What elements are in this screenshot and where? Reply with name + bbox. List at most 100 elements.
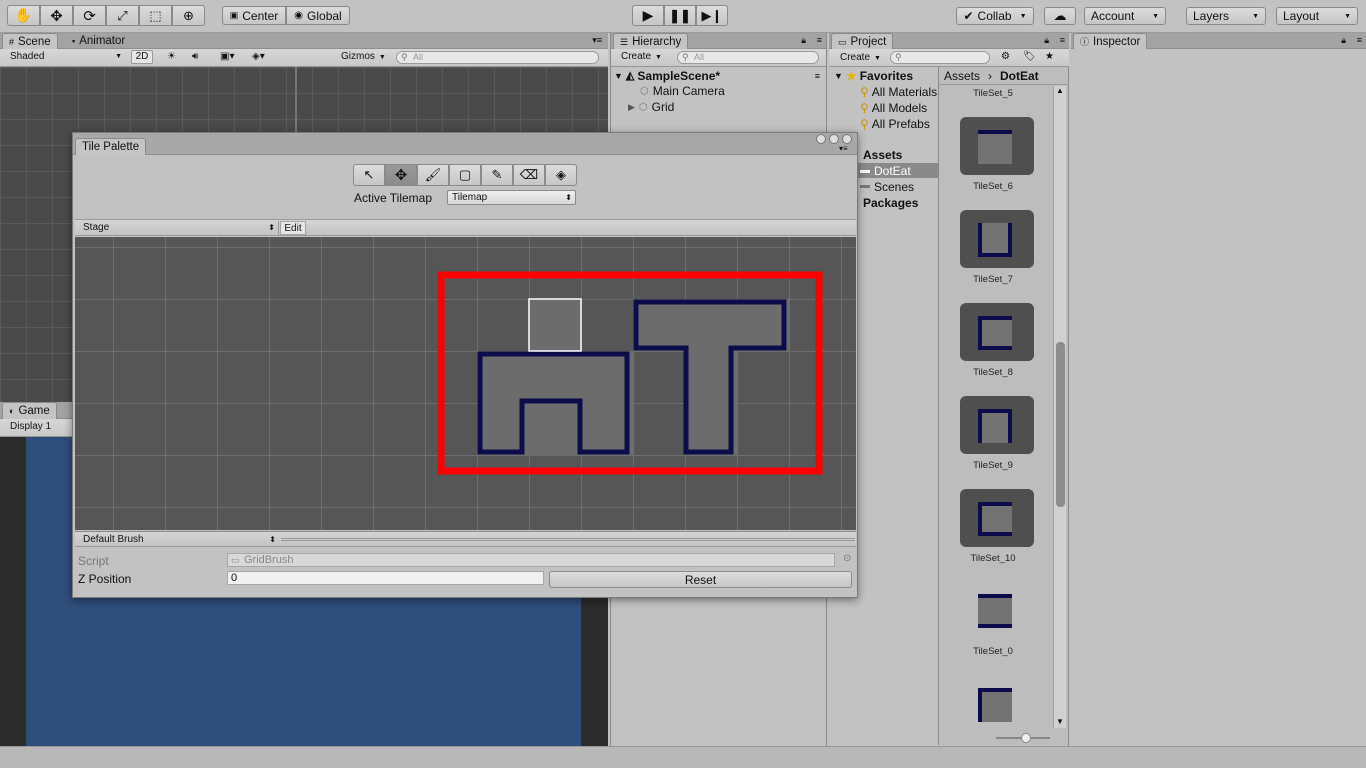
packages-row[interactable]: Packages [863,196,918,210]
project-create-dropdown[interactable]: Create ▼ [840,51,881,66]
picker-icon[interactable]: ✎ [481,164,513,186]
expand-arrow-icon[interactable]: ▶ [628,102,635,113]
effects-icon[interactable]: ▣▾ [220,50,234,64]
tile-label[interactable]: TileSet_5 [940,88,1046,99]
tab-scene[interactable]: # Scene [2,33,58,49]
palette-grid[interactable] [75,237,856,530]
pause-button[interactable]: ❚❚ [664,5,696,26]
tile-asset-thumbnail[interactable] [978,688,1012,722]
tile-label[interactable]: TileSet_7 [940,274,1046,285]
hand-tool-icon[interactable]: ✋ [7,5,40,26]
pivot-center-button[interactable]: ▣ Center [222,6,286,25]
tab-animator[interactable]: ▪ Animator [66,33,131,49]
asset-folder-selected[interactable]: ▬ DotEat [858,163,938,178]
move-tool-icon[interactable]: ✥ [385,164,417,186]
play-button[interactable]: ▶ [632,5,664,26]
scroll-up-icon[interactable]: ▲ [1054,86,1066,95]
favorites-row[interactable]: ▼ ★ Favorites [834,69,913,83]
tab-tile-palette[interactable]: Tile Palette [75,138,147,155]
palette-tile[interactable] [633,299,789,351]
panel-menu-icon[interactable]: ≡ [1060,35,1065,45]
collab-dropdown[interactable]: ✔ Collab ▼ [956,7,1034,25]
tab-project[interactable]: ▭ Project [831,33,894,49]
tile-asset-thumbnail[interactable] [960,489,1034,547]
tab-inspector[interactable]: ⓘ Inspector [1073,33,1148,49]
transform-tool-icon[interactable]: ⊕ [172,5,205,26]
select-tool-icon[interactable]: ↖ [353,164,385,186]
tab-hierarchy[interactable]: ☰ Hierarchy [613,33,689,49]
filter-type-icon[interactable]: ⚙ [1001,50,1010,64]
rotate-tool-icon[interactable]: ⟳ [73,5,106,26]
asset-folder[interactable]: ▬ Scenes [860,180,914,194]
layout-dropdown[interactable]: Layout ▼ [1276,7,1358,25]
asset-scrollbar[interactable]: ▲ ▼ [1053,86,1066,728]
breadcrumb-item[interactable]: DotEat [1000,69,1039,83]
breadcrumb-item[interactable]: Assets [944,69,980,83]
display-dropdown[interactable]: Display 1 [4,420,74,434]
2d-toggle[interactable]: 2D [131,50,153,64]
tile-asset-thumbnail[interactable] [960,396,1034,454]
tile-label[interactable]: TileSet_9 [940,460,1046,471]
window-button-icon[interactable] [816,134,826,144]
edit-palette-button[interactable]: Edit [280,221,306,235]
lighting-icon[interactable]: ☀ [167,50,176,64]
hierarchy-create-dropdown[interactable]: Create ▼ [621,50,662,65]
expand-arrow-icon[interactable]: ▼ [834,71,843,81]
favorite-item[interactable]: ⚲ All Materials [860,85,938,99]
tile-asset-thumbnail[interactable] [978,594,1012,628]
layers-icon[interactable]: ◈▾ [252,50,265,64]
panel-menu-icon[interactable]: ▾≡ [592,35,602,46]
object-picker-icon[interactable]: ⊙ [843,553,851,564]
eraser-icon[interactable]: ⌫ [513,164,545,186]
slider-handle[interactable] [1021,733,1031,743]
pivot-global-button[interactable]: ◉ Global [286,6,350,25]
scroll-down-icon[interactable]: ▼ [1054,717,1066,726]
scene-search-input[interactable]: ⚲ All [396,51,599,64]
tile-asset-thumbnail[interactable] [960,117,1034,175]
hierarchy-item[interactable]: ⬡ Main Camera [640,84,725,98]
assets-row[interactable]: Assets [863,148,902,162]
tile-asset-thumbnail[interactable] [960,210,1034,268]
tile-label[interactable]: TileSet_10 [940,553,1046,564]
move-tool-icon[interactable]: ✥ [40,5,73,26]
panel-menu-icon[interactable]: ▾≡ [839,144,848,153]
palette-dropdown[interactable]: Stage ⬍ [79,221,279,235]
expand-arrow-icon[interactable]: ▼ [614,71,623,81]
shading-dropdown[interactable]: Shaded ▼ [10,50,122,64]
tile-label[interactable]: TileSet_6 [940,181,1046,192]
palette-tile[interactable] [529,299,581,351]
layers-dropdown[interactable]: Layers ▼ [1186,7,1266,25]
box-fill-icon[interactable]: ▢ [449,164,481,186]
window-titlebar[interactable]: ▾≡ Tile Palette [73,133,857,155]
lock-icon[interactable]: 🔒︎ [801,35,806,46]
account-dropdown[interactable]: Account ▼ [1084,7,1166,25]
tile-asset-thumbnail[interactable] [960,303,1034,361]
window-button-icon[interactable] [829,134,839,144]
palette-tile[interactable] [477,351,529,403]
tile-label[interactable]: TileSet_0 [940,646,1046,657]
favorite-item[interactable]: ⚲ All Prefabs [860,117,930,131]
rect-tool-icon[interactable]: ⬚ [139,5,172,26]
lock-icon[interactable]: 🔒︎ [1044,35,1049,46]
panel-menu-icon[interactable]: ≡ [817,35,822,45]
paint-brush-icon[interactable]: 🖌︎ [417,164,449,186]
scene-root-row[interactable]: ▼ ◭ SampleScene* ≡ [614,68,824,83]
window-button-icon[interactable] [842,134,852,144]
hierarchy-search-input[interactable]: ⚲ All [677,51,819,64]
filter-label-icon[interactable]: 🏷︎ [1023,50,1036,64]
scrollbar-thumb[interactable] [1056,342,1065,507]
splitter-handle[interactable] [281,538,855,541]
cloud-button[interactable]: ☁ [1044,7,1076,25]
reset-button[interactable]: Reset [549,571,852,588]
step-button[interactable]: ▶❙ [696,5,728,26]
scale-tool-icon[interactable]: ⤢ [106,5,139,26]
brush-dropdown[interactable]: Default Brush ⬍ [79,533,279,547]
tab-game[interactable]: ◐ Game [2,402,57,419]
lock-icon[interactable]: 🔒︎ [1341,35,1346,46]
panel-menu-icon[interactable]: ≡ [1357,35,1362,45]
hierarchy-item[interactable]: ▶ ⬡ Grid [628,100,674,114]
favorite-item[interactable]: ⚲ All Models [860,101,927,115]
active-tilemap-dropdown[interactable]: Tilemap ⬍ [447,190,576,205]
palette-tile[interactable] [529,351,581,403]
row-menu-icon[interactable]: ≡ [815,71,820,81]
